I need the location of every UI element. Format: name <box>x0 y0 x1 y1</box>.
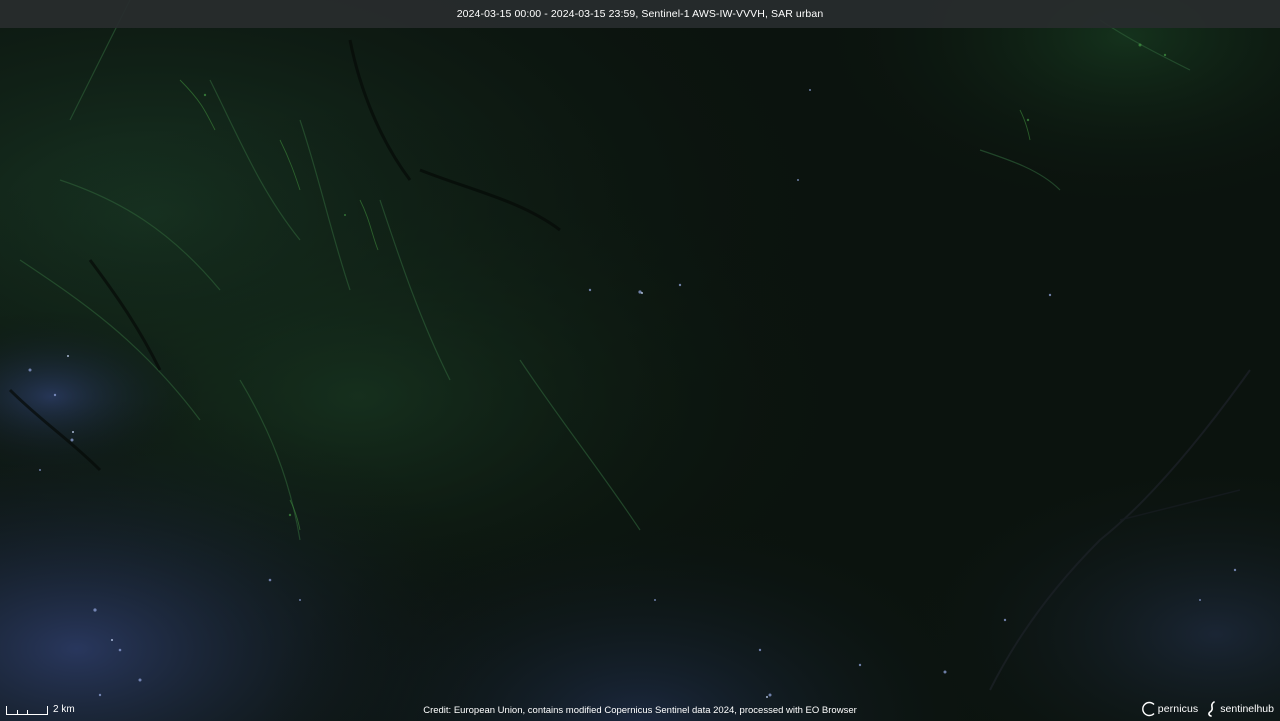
scale-bar: 2 km <box>6 704 75 715</box>
scale-bar-label: 2 km <box>53 704 75 715</box>
sentinelhub-logo-icon <box>1208 701 1216 717</box>
scale-bar-ruler <box>6 706 48 715</box>
attribution-text: Credit: European Union, contains modifie… <box>423 705 857 716</box>
logos: pernicus sentinelhub <box>1141 701 1274 717</box>
banner-title: 2024-03-15 00:00 - 2024-03-15 23:59, Sen… <box>456 8 824 20</box>
map-viewport[interactable]: 2024-03-15 00:00 - 2024-03-15 23:59, Sen… <box>0 0 1280 721</box>
copernicus-logo[interactable]: pernicus <box>1141 701 1199 717</box>
sentinelhub-logo[interactable]: sentinelhub <box>1206 701 1274 717</box>
copernicus-logo-icon <box>1141 701 1155 717</box>
date-layer-banner: 2024-03-15 00:00 - 2024-03-15 23:59, Sen… <box>0 0 1280 28</box>
sar-imagery <box>0 0 1280 721</box>
copernicus-logo-text: pernicus <box>1157 703 1199 715</box>
sentinelhub-logo-text: sentinelhub <box>1220 703 1274 715</box>
